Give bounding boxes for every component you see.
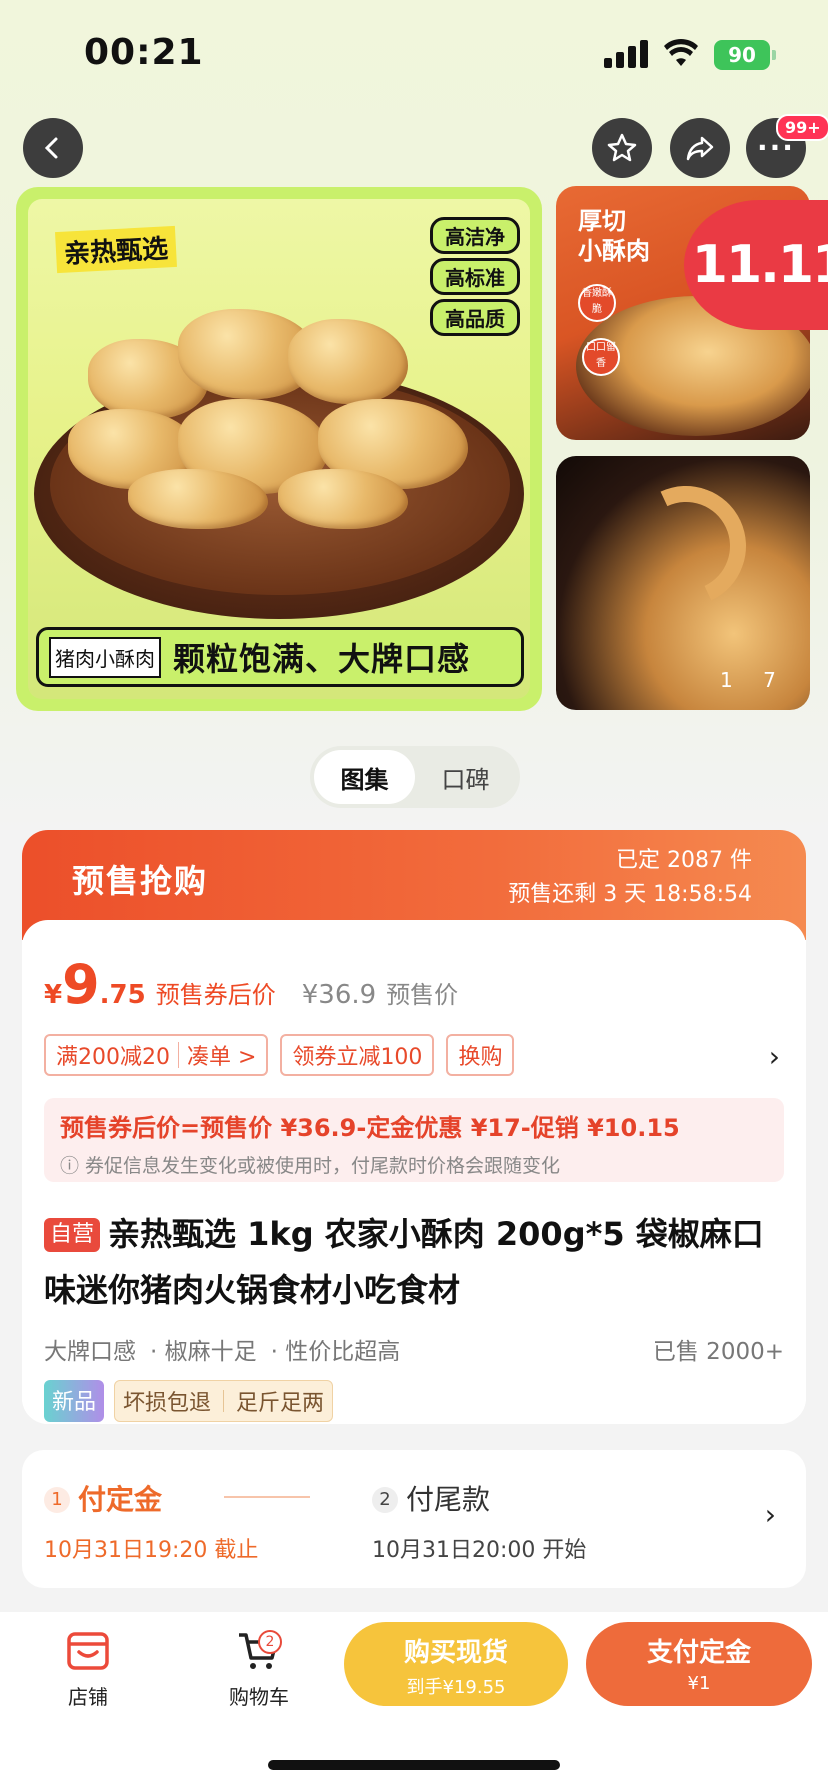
shop-button[interactable]: 店铺 — [58, 1630, 118, 1710]
coupon-row: 满200减20 凑单 > 领券立减100 换购 — [44, 1034, 515, 1076]
status-bar: 00:21 90 — [0, 0, 828, 100]
cart-count-badge: 2 — [258, 1630, 282, 1654]
payment-steps[interactable]: 1 付定金 10月31日19:20 截止 2 付尾款 10月31日20:00 开始 … — [22, 1450, 806, 1588]
thumbnail-badge: 香嫩酥脆 — [578, 284, 616, 322]
price-area: ¥ 9 .75 预售券后价 ¥36.9 预售价 满200减20 凑单 > 领券立… — [22, 920, 806, 1424]
price-formula: 预售券后价=预售价 ¥36.9-定金优惠 ¥17-促销 ¥10.15 ⓘ 券促信… — [44, 1098, 784, 1182]
brand-sticker: 亲热甄选 — [55, 225, 178, 274]
quality-tag: 高品质 — [430, 299, 520, 336]
price-row: ¥ 9 .75 预售券后价 ¥36.9 预售价 — [44, 953, 459, 1016]
step-number: 2 — [372, 1487, 398, 1513]
coupon-discount[interactable]: 满200减20 凑单 > — [44, 1034, 269, 1076]
self-operated-badge: 自营 — [44, 1218, 101, 1252]
presale-countdown: 预售还剩 3 天 18:58:54 — [508, 882, 752, 907]
feature-list: 大牌口感 · 椒麻十足 · 性价比超高 — [44, 1332, 400, 1366]
main-product-image[interactable]: 亲热甄选 高洁净 高标准 高品质 猪肉小酥肉 颗粒饱满、大牌口感 — [16, 187, 542, 711]
status-time: 00:21 — [84, 32, 204, 73]
divider — [178, 1042, 179, 1068]
back-button[interactable] — [23, 118, 83, 178]
new-badge: 新品 — [44, 1380, 105, 1422]
tab-reviews[interactable]: 口碑 — [415, 750, 516, 804]
price-currency: ¥ — [44, 980, 63, 1010]
original-price-label: 预售价 — [386, 981, 459, 1009]
step-title: 付定金 — [78, 1483, 163, 1516]
step-deposit: 1 付定金 10月31日19:20 截止 — [44, 1478, 258, 1564]
step-connector — [224, 1496, 310, 1498]
feature-item: · 椒麻十足 — [150, 1339, 257, 1365]
battery-tip — [772, 50, 776, 60]
step-title: 付尾款 — [406, 1483, 491, 1516]
thumbnail-badge: 口口留香 — [582, 338, 620, 376]
main-image-inner: 亲热甄选 高洁净 高标准 高品质 猪肉小酥肉 颗粒饱满、大牌口感 — [28, 199, 530, 699]
pay-deposit-button[interactable]: 支付定金 ¥1 — [586, 1622, 812, 1706]
gallery-tabs: 图集 口碑 — [310, 746, 520, 808]
counter-current: 1 — [720, 668, 733, 692]
image-counter: 1 7 — [720, 668, 776, 692]
coupon-claim[interactable]: 领券立减100 — [280, 1034, 435, 1076]
tag-row: 新品 坏损包退 足斤足两 — [44, 1380, 334, 1422]
sold-count: 已售 2000+ — [652, 1339, 784, 1365]
shop-icon — [67, 1632, 109, 1670]
pay-deposit-label: 支付定金 — [646, 1638, 751, 1668]
thumbnail-title-line: 小酥肉 — [578, 237, 650, 265]
thumbnail-title: 厚切 小酥肉 — [578, 206, 650, 266]
step-number: 1 — [44, 1487, 70, 1513]
share-icon — [686, 136, 714, 161]
chevron-right-icon[interactable]: › — [769, 1040, 780, 1073]
presale-title: 预售抢购 — [72, 862, 209, 900]
star-icon — [607, 133, 637, 162]
feature-item: 大牌口感 — [44, 1339, 136, 1365]
service-tag: 坏损包退 — [123, 1391, 212, 1416]
presale-info: 已定 2087 件 预售还剩 3 天 18:58:54 — [508, 844, 752, 912]
quality-tag: 高洁净 — [430, 217, 520, 254]
service-tag: 足斤足两 — [236, 1391, 325, 1416]
service-tags[interactable]: 坏损包退 足斤足两 — [114, 1380, 334, 1422]
formula-text: 预售券后价=预售价 ¥36.9-定金优惠 ¥17-促销 ¥10.15 — [60, 1114, 680, 1142]
coupon-add-on[interactable]: 凑单 > — [187, 1039, 256, 1071]
battery-icon: 90 — [714, 40, 770, 70]
booked-count: 已定 2087 件 — [616, 848, 752, 873]
quality-tag: 高标准 — [430, 258, 520, 295]
thumbnail-title-line: 厚切 — [578, 207, 626, 235]
price-label: 预售券后价 — [155, 981, 276, 1009]
buy-now-button[interactable]: 购买现货 到手¥19.55 — [344, 1622, 568, 1706]
caption-tag: 猪肉小酥肉 — [49, 636, 161, 678]
wifi-icon — [664, 38, 698, 72]
home-indicator[interactable] — [268, 1760, 560, 1770]
favorite-button[interactable] — [592, 118, 652, 178]
original-price: ¥36.9 — [301, 980, 377, 1010]
caption-text: 颗粒饱满、大牌口感 — [173, 640, 471, 678]
price-decimal: .75 — [99, 980, 146, 1010]
chevron-left-icon — [44, 137, 58, 159]
pay-deposit-price: ¥1 — [687, 1673, 711, 1694]
image-caption: 猪肉小酥肉 颗粒饱满、大牌口感 — [36, 627, 524, 687]
product-title: 自营 亲热甄选 1kg 农家小酥肉 200g*5 袋椒麻口味迷你猪肉火锅食材小吃食… — [44, 1206, 774, 1318]
message-badge: 99+ — [776, 114, 828, 141]
food-shape — [609, 469, 763, 623]
divider — [223, 1390, 225, 1412]
step-time: 10月31日19:20 截止 — [44, 1538, 259, 1563]
coupon-label: 满200减20 — [56, 1045, 170, 1070]
quality-tags: 高洁净 高标准 高品质 — [430, 217, 520, 336]
cart-label: 购物车 — [229, 1685, 289, 1709]
shop-label: 店铺 — [68, 1685, 108, 1709]
product-title-text: 亲热甄选 1kg 农家小酥肉 200g*5 袋椒麻口味迷你猪肉火锅食材小吃食材 — [44, 1215, 764, 1309]
counter-total: 7 — [763, 668, 776, 692]
tab-gallery[interactable]: 图集 — [314, 750, 415, 804]
share-button[interactable] — [670, 118, 730, 178]
signal-icon — [604, 40, 648, 68]
formula-note: ⓘ 券促信息发生变化或被使用时，付尾款时价格会跟随变化 — [60, 1155, 561, 1177]
chevron-right-icon: › — [764, 1498, 776, 1531]
presale-card: 预售抢购 已定 2087 件 预售还剩 3 天 18:58:54 ¥ 9 .75… — [22, 830, 806, 1424]
buy-now-price: 到手¥19.55 — [406, 1677, 506, 1698]
feature-item: · 性价比超高 — [270, 1339, 401, 1365]
food-chunk — [288, 319, 408, 404]
step-time: 10月31日20:00 开始 — [372, 1538, 587, 1563]
buy-now-label: 购买现货 — [403, 1638, 508, 1668]
double-eleven-badge: 11.11 — [684, 200, 828, 330]
price-integer: 9 — [62, 953, 100, 1016]
coupon-exchange[interactable]: 换购 — [446, 1034, 515, 1076]
step-balance: 2 付尾款 10月31日20:00 开始 — [372, 1478, 586, 1564]
